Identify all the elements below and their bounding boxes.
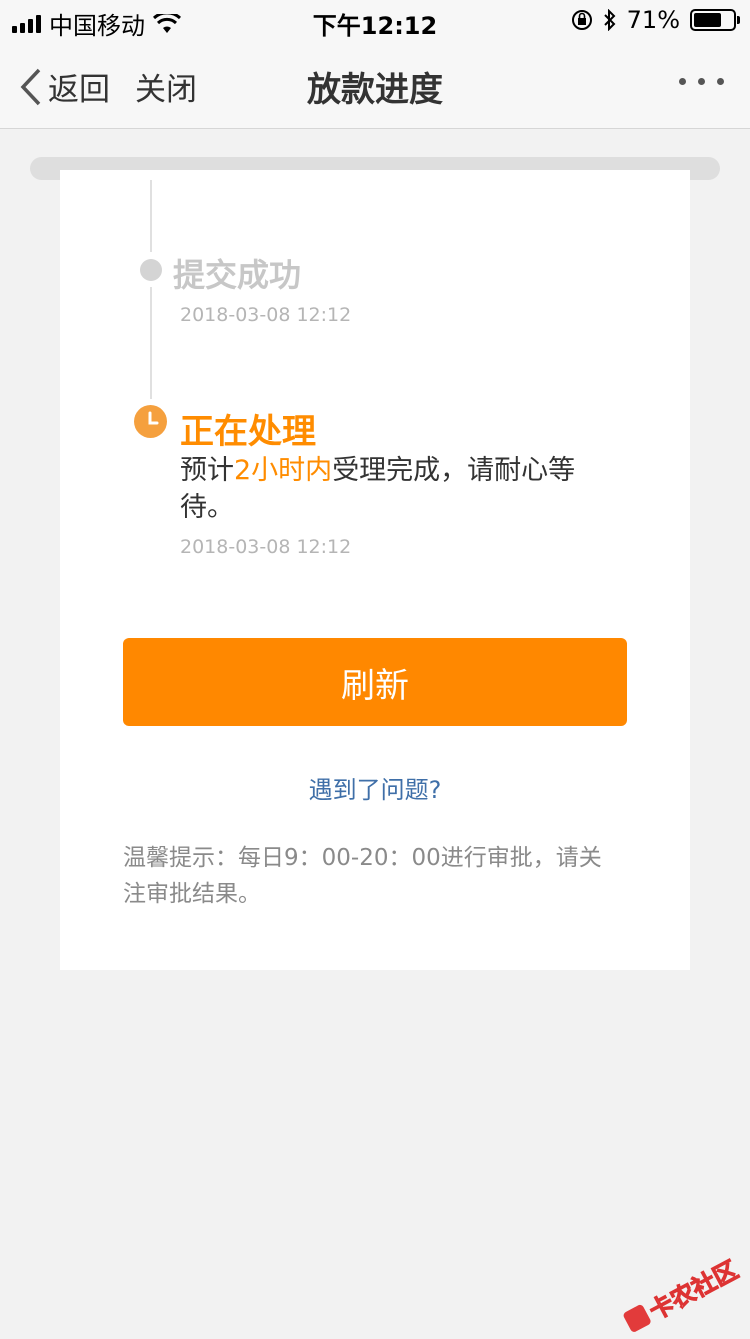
orientation-lock-icon <box>571 9 593 31</box>
scallop-notch <box>542 970 562 980</box>
scallop-notch <box>402 970 422 980</box>
watermark: 卡农社区 <box>619 1250 743 1338</box>
scallop-notch <box>626 970 646 980</box>
tips-text: 温馨提示：每日9：00-20：00进行审批，请关注审批结果。 <box>123 840 623 912</box>
scallop-notch <box>486 970 506 980</box>
scallop-notch <box>458 970 478 980</box>
status-bar: 中国移动 下午12:12 71% <box>0 0 750 40</box>
scallop-notch <box>514 970 534 980</box>
scallop-notch <box>178 970 198 980</box>
desc-prefix: 预计 <box>180 455 234 486</box>
scallop-notch <box>150 970 170 980</box>
battery-icon <box>690 9 736 31</box>
step1-time: 2018-03-08 12:12 <box>180 304 351 326</box>
step1-title: 提交成功 <box>173 250 301 296</box>
status-right: 71% <box>571 6 736 34</box>
nav-bar: 返回 关闭 放款进度 <box>0 40 750 129</box>
scallop-notch <box>206 970 226 980</box>
card-scallop-edge <box>60 964 690 980</box>
clock-icon <box>134 405 167 438</box>
scallop-notch <box>122 970 142 980</box>
step2-description: 预计2小时内受理完成，请耐心等待。 <box>180 452 600 526</box>
battery-percent: 71% <box>627 6 680 34</box>
scallop-notch <box>290 970 310 980</box>
scallop-notch <box>374 970 394 980</box>
scallop-notch <box>318 970 338 980</box>
scallop-notch <box>66 970 86 980</box>
bluetooth-icon <box>603 9 617 31</box>
scallop-notch <box>570 970 590 980</box>
scallop-notch <box>430 970 450 980</box>
page-title: 放款进度 <box>0 62 750 111</box>
scallop-notch <box>94 970 114 980</box>
step-done-dot <box>140 259 162 281</box>
watermark-text: 卡农社区 <box>642 1250 743 1326</box>
scallop-notch <box>262 970 282 980</box>
scallop-notch <box>654 970 674 980</box>
refresh-button[interactable]: 刷新 <box>123 638 627 726</box>
step2-time: 2018-03-08 12:12 <box>180 536 351 558</box>
battery-fill <box>694 13 721 27</box>
watermark-logo-icon <box>622 1303 652 1333</box>
timeline-line <box>150 287 152 399</box>
scallop-notch <box>346 970 366 980</box>
scallop-notch <box>598 970 618 980</box>
scallop-notch <box>234 970 254 980</box>
desc-highlight: 2小时内 <box>234 455 332 486</box>
more-menu-icon[interactable] <box>679 78 724 85</box>
step2-title: 正在处理 <box>180 404 316 453</box>
problem-link[interactable]: 遇到了问题? <box>0 770 750 805</box>
timeline-line <box>150 180 152 252</box>
